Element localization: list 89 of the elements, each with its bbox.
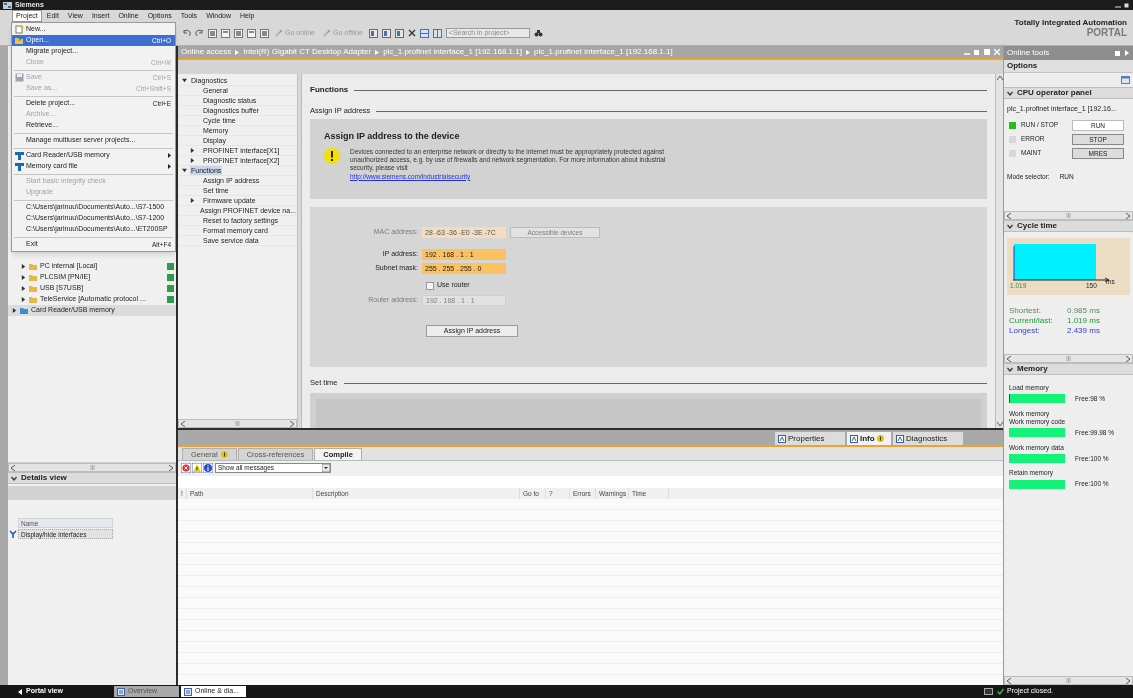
section-header[interactable]: Cycle time — [1004, 220, 1133, 232]
plug-icon — [275, 29, 283, 37]
tab-icon — [184, 687, 192, 696]
section-heading: Functions — [310, 84, 349, 96]
panel-window-icon[interactable] — [1121, 76, 1130, 84]
tab-icon — [778, 434, 786, 443]
scrollbar[interactable] — [178, 419, 297, 428]
info-badge-icon — [876, 435, 884, 442]
use-router-checkbox[interactable] — [426, 281, 434, 290]
submenu-arrow-icon — [168, 164, 171, 169]
caret-icon[interactable] — [190, 198, 195, 203]
redo-icon[interactable] — [195, 29, 204, 37]
error-filter-icon[interactable] — [181, 463, 191, 473]
section-header[interactable]: Memory — [1004, 363, 1133, 375]
grip-icon[interactable] — [89, 465, 95, 470]
stat-label: Current/last: — [1009, 316, 1054, 325]
scrollbar[interactable] — [1004, 211, 1133, 220]
inspector-tab[interactable]: Diagnostics — [893, 432, 963, 445]
grip-icon[interactable] — [1066, 678, 1071, 683]
monitor-icon[interactable] — [984, 687, 994, 696]
window-layout-icon[interactable] — [221, 28, 230, 38]
dropdown-arrow-icon[interactable] — [322, 464, 330, 472]
inspector-tab[interactable]: Properties — [775, 432, 845, 445]
inspector-tab[interactable]: Info — [847, 432, 891, 445]
info-filter-icon[interactable] — [203, 463, 213, 473]
caret-icon[interactable] — [21, 286, 26, 291]
vertical-scrollbar[interactable] — [995, 74, 1003, 428]
window-layout-icon[interactable] — [208, 28, 217, 38]
separator-arrow-icon — [525, 49, 530, 55]
warning-filter-icon[interactable] — [192, 463, 202, 473]
plug-icon — [322, 29, 331, 37]
tab-icon — [896, 434, 904, 443]
chevron-icon — [11, 475, 17, 481]
close-icon[interactable] — [407, 29, 416, 37]
caret-icon[interactable] — [12, 308, 17, 313]
collapse-arrow-icon[interactable] — [1124, 50, 1130, 56]
separator-arrow-icon — [375, 49, 380, 55]
chevron-icon — [1007, 223, 1013, 229]
new-page-icon — [14, 25, 24, 34]
grip-icon[interactable] — [1066, 213, 1071, 218]
device-view-icon[interactable] — [368, 28, 378, 38]
brand-title: Totally Integrated Automation — [1014, 17, 1127, 28]
card-reader-icon — [14, 151, 24, 160]
device-view-icon[interactable] — [381, 28, 391, 38]
undo-icon[interactable] — [182, 29, 191, 37]
scrollbar[interactable] — [1004, 676, 1133, 685]
panel-title: Assign IP address to the device — [324, 130, 461, 143]
info-badge-icon — [220, 451, 228, 458]
left-arrow-icon — [18, 688, 22, 695]
caret-icon[interactable] — [190, 148, 195, 153]
warning-icon — [324, 147, 340, 164]
window-layout-icon[interactable] — [260, 28, 269, 38]
chevron-icon — [1007, 90, 1013, 96]
stat-value: 0.985 ms — [1067, 306, 1100, 315]
caret-icon[interactable] — [21, 264, 26, 269]
restore-icon[interactable] — [1124, 2, 1130, 8]
stat-value: 2.439 ms — [1067, 326, 1100, 335]
folder-icon — [14, 36, 24, 45]
scrollbar[interactable] — [8, 463, 176, 472]
window-layout-icon[interactable] — [234, 28, 243, 38]
caret-icon[interactable] — [21, 297, 26, 302]
scrollbar[interactable] — [1004, 354, 1133, 363]
caret-icon[interactable] — [21, 275, 26, 280]
split-horizontal-icon[interactable] — [419, 28, 429, 38]
options-label: Options — [1004, 60, 1133, 73]
caret-icon[interactable] — [190, 158, 195, 163]
split-vertical-icon[interactable] — [432, 28, 442, 38]
binoculars-icon[interactable] — [533, 29, 543, 37]
chevron-icon — [1007, 366, 1013, 372]
grip-icon[interactable] — [235, 421, 240, 426]
card-reader-icon — [14, 162, 24, 171]
stat-label: Longest: — [1009, 326, 1041, 335]
section-header[interactable]: CPU operator panel — [1004, 87, 1133, 99]
submenu-arrow-icon — [168, 153, 171, 158]
brand-subtitle: PORTAL — [1086, 27, 1127, 38]
caret-icon[interactable] — [182, 78, 187, 83]
device-view-icon[interactable] — [394, 28, 404, 38]
grip-icon[interactable] — [1066, 356, 1071, 361]
check-icon — [997, 688, 1005, 695]
panel-title: Online tools — [1007, 47, 1051, 59]
separator-arrow-icon — [235, 49, 240, 55]
tab-icon — [850, 434, 858, 443]
stat-value: 1.019 ms — [1067, 316, 1100, 325]
tab-icon — [117, 687, 125, 696]
app-logo-icon — [3, 1, 12, 9]
window-layout-icon[interactable] — [247, 28, 256, 38]
caret-icon[interactable] — [182, 168, 187, 173]
stat-label: Shortest: — [1009, 306, 1042, 315]
section-header[interactable]: Details view — [8, 472, 176, 484]
